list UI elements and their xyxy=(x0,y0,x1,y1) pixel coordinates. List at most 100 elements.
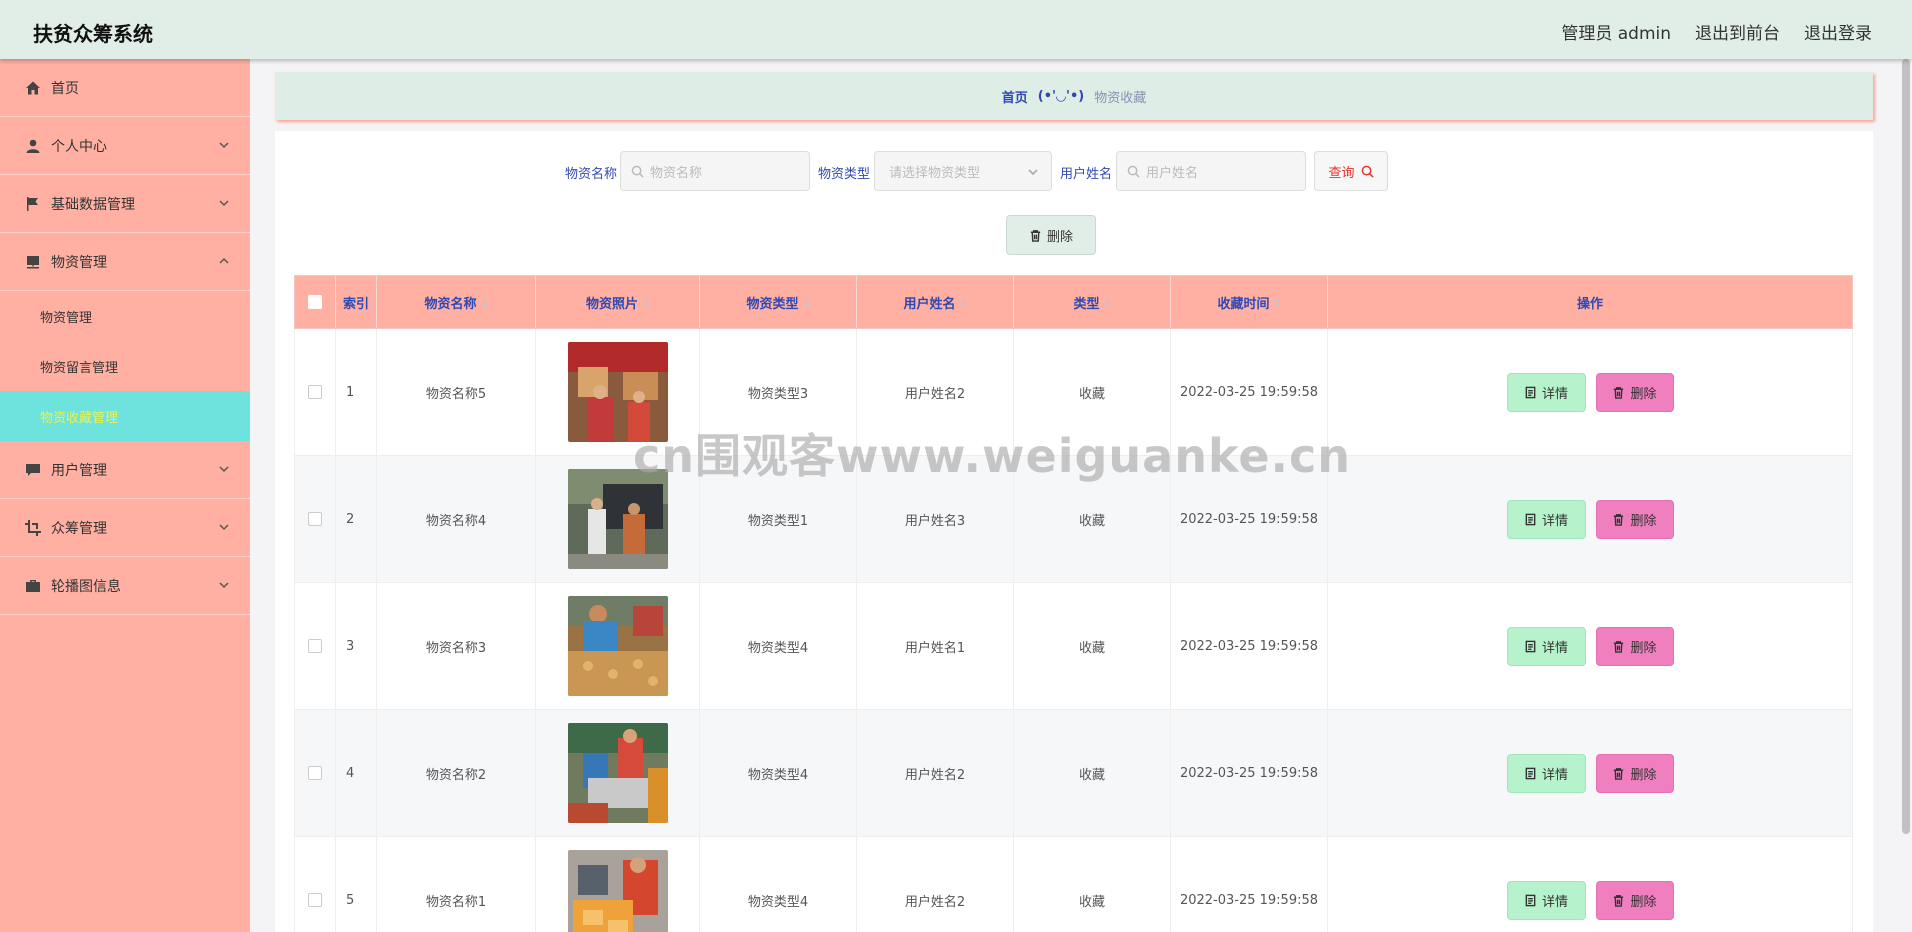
header-kind[interactable]: 类型 xyxy=(1014,276,1171,328)
row-checkbox[interactable] xyxy=(308,766,322,780)
sort-icon[interactable] xyxy=(803,297,810,307)
row-select-cell xyxy=(295,710,336,836)
material-type-cell: 物资类型1 xyxy=(700,456,857,582)
detail-label: 详情 xyxy=(1541,894,1568,910)
user-name-cell: 用户姓名1 xyxy=(857,583,1014,709)
sort-icon[interactable] xyxy=(960,297,967,307)
query-button[interactable]: 查询 xyxy=(1314,151,1388,191)
row-checkbox[interactable] xyxy=(308,639,322,653)
sidebar-item-crowdfunding[interactable]: 众筹管理 xyxy=(0,499,250,557)
sort-icon[interactable] xyxy=(481,297,488,307)
material-name-cell: 物资名称2 xyxy=(377,710,536,836)
row-checkbox[interactable] xyxy=(308,385,322,399)
sidebar: 首页 个人中心 基础数据管理 物资管理 物资管理 物资留言管理 物资收藏管理 用… xyxy=(0,59,250,932)
chevron-up-icon xyxy=(218,255,230,267)
header-material-name[interactable]: 物资名称 xyxy=(377,276,536,328)
row-select-cell xyxy=(295,837,336,932)
sidebar-item-profile[interactable]: 个人中心 xyxy=(0,117,250,175)
detail-button[interactable]: 详情 xyxy=(1506,753,1586,793)
document-icon xyxy=(1525,513,1536,525)
sidebar-item-home[interactable]: 首页 xyxy=(0,59,250,117)
material-type-cell: 物资类型4 xyxy=(700,583,857,709)
header-label: 收藏时间 xyxy=(1217,296,1270,312)
row-checkbox[interactable] xyxy=(308,512,322,526)
sort-icon[interactable] xyxy=(1274,297,1281,307)
document-icon xyxy=(1525,767,1536,779)
delete-button[interactable]: 删除 xyxy=(1595,880,1674,920)
breadcrumb-separator: (•'◡'•) xyxy=(1037,88,1085,104)
material-type-placeholder: 请选择物资类型 xyxy=(889,165,981,181)
document-icon xyxy=(1525,640,1536,652)
box-icon xyxy=(24,253,42,271)
sidebar-item-basic-data[interactable]: 基础数据管理 xyxy=(0,175,250,233)
detail-label: 详情 xyxy=(1541,767,1568,783)
delete-button[interactable]: 删除 xyxy=(1595,753,1674,793)
vertical-scrollbar[interactable] xyxy=(1902,59,1910,834)
sort-icon[interactable] xyxy=(1104,297,1111,307)
material-photo-cell xyxy=(536,456,700,582)
row-checkbox[interactable] xyxy=(308,893,322,907)
query-label: 查询 xyxy=(1328,165,1355,181)
header-favorite-time[interactable]: 收藏时间 xyxy=(1171,276,1328,328)
material-photo[interactable] xyxy=(567,850,668,932)
header-user-name[interactable]: 用户姓名 xyxy=(857,276,1014,328)
material-name-input[interactable]: 物资名称 xyxy=(620,151,810,191)
index-cell: 4 xyxy=(336,710,377,836)
actions-cell: 详情 删除 xyxy=(1328,583,1852,709)
header-label: 物资类型 xyxy=(746,296,799,312)
material-name-placeholder: 物资名称 xyxy=(650,165,703,181)
search-bar: 物资名称 物资名称 物资类型 请选择物资类型 用户姓名 用户姓名 查询 xyxy=(275,151,1873,191)
sidebar-subitem-material-favorites[interactable]: 物资收藏管理 xyxy=(0,391,250,441)
user-name-input[interactable]: 用户姓名 xyxy=(1116,151,1306,191)
detail-button[interactable]: 详情 xyxy=(1506,880,1586,920)
detail-button[interactable]: 详情 xyxy=(1506,626,1586,666)
index-cell: 3 xyxy=(336,583,377,709)
material-photo[interactable] xyxy=(567,723,668,823)
material-name-label: 物资名称 xyxy=(565,167,618,182)
material-photo[interactable] xyxy=(567,596,668,696)
header-actions: 操作 xyxy=(1328,276,1852,328)
user-name-cell: 用户姓名2 xyxy=(857,837,1014,932)
kind-cell: 收藏 xyxy=(1014,583,1171,709)
favorite-time-cell: 2022-03-25 19:59:58 xyxy=(1171,456,1328,582)
chevron-down-icon xyxy=(218,197,230,209)
delete-button[interactable]: 删除 xyxy=(1595,499,1674,539)
sidebar-item-label: 用户管理 xyxy=(51,462,107,479)
delete-button[interactable]: 删除 xyxy=(1595,626,1674,666)
detail-button[interactable]: 详情 xyxy=(1506,372,1586,412)
material-photo[interactable] xyxy=(567,469,668,569)
chevron-down-icon xyxy=(218,579,230,591)
table-row: 4 物资名称2 物资类型4 用户姓名2 收藏 2022-03-25 19:59:… xyxy=(294,710,1853,837)
detail-button[interactable]: 详情 xyxy=(1506,499,1586,539)
trash-icon xyxy=(1030,229,1041,242)
header-material-photo[interactable]: 物资照片 xyxy=(536,276,700,328)
sidebar-item-label: 基础数据管理 xyxy=(51,196,135,213)
material-type-label: 物资类型 xyxy=(818,167,871,182)
logout-link[interactable]: 退出登录 xyxy=(1804,19,1872,44)
material-type-cell: 物资类型3 xyxy=(700,329,857,455)
sidebar-subitem-material-comments[interactable]: 物资留言管理 xyxy=(0,341,250,391)
search-icon xyxy=(1361,165,1374,178)
header-material-type[interactable]: 物资类型 xyxy=(700,276,857,328)
user-name-cell: 用户姓名2 xyxy=(857,710,1014,836)
batch-delete-label: 删除 xyxy=(1046,229,1073,245)
material-name-cell: 物资名称1 xyxy=(377,837,536,932)
trash-icon xyxy=(1614,640,1624,653)
kind-cell: 收藏 xyxy=(1014,837,1171,932)
user-name-cell: 用户姓名3 xyxy=(857,456,1014,582)
sidebar-item-material[interactable]: 物资管理 xyxy=(0,233,250,291)
material-photo[interactable] xyxy=(567,342,668,442)
exit-to-front-link[interactable]: 退出到前台 xyxy=(1695,19,1780,44)
sidebar-subitem-material-manage[interactable]: 物资管理 xyxy=(0,291,250,341)
sidebar-item-users[interactable]: 用户管理 xyxy=(0,441,250,499)
sort-icon[interactable] xyxy=(643,297,649,307)
breadcrumb-home[interactable]: 首页 xyxy=(1002,87,1028,106)
sidebar-item-carousel[interactable]: 轮播图信息 xyxy=(0,557,250,615)
material-type-select[interactable]: 请选择物资类型 xyxy=(874,151,1052,191)
briefcase-icon xyxy=(24,577,42,595)
select-all-cell xyxy=(295,276,336,328)
delete-button[interactable]: 删除 xyxy=(1595,372,1674,412)
batch-delete-button[interactable]: 删除 xyxy=(1006,215,1096,255)
material-photo-cell xyxy=(536,837,700,932)
select-all-checkbox[interactable] xyxy=(308,295,322,309)
